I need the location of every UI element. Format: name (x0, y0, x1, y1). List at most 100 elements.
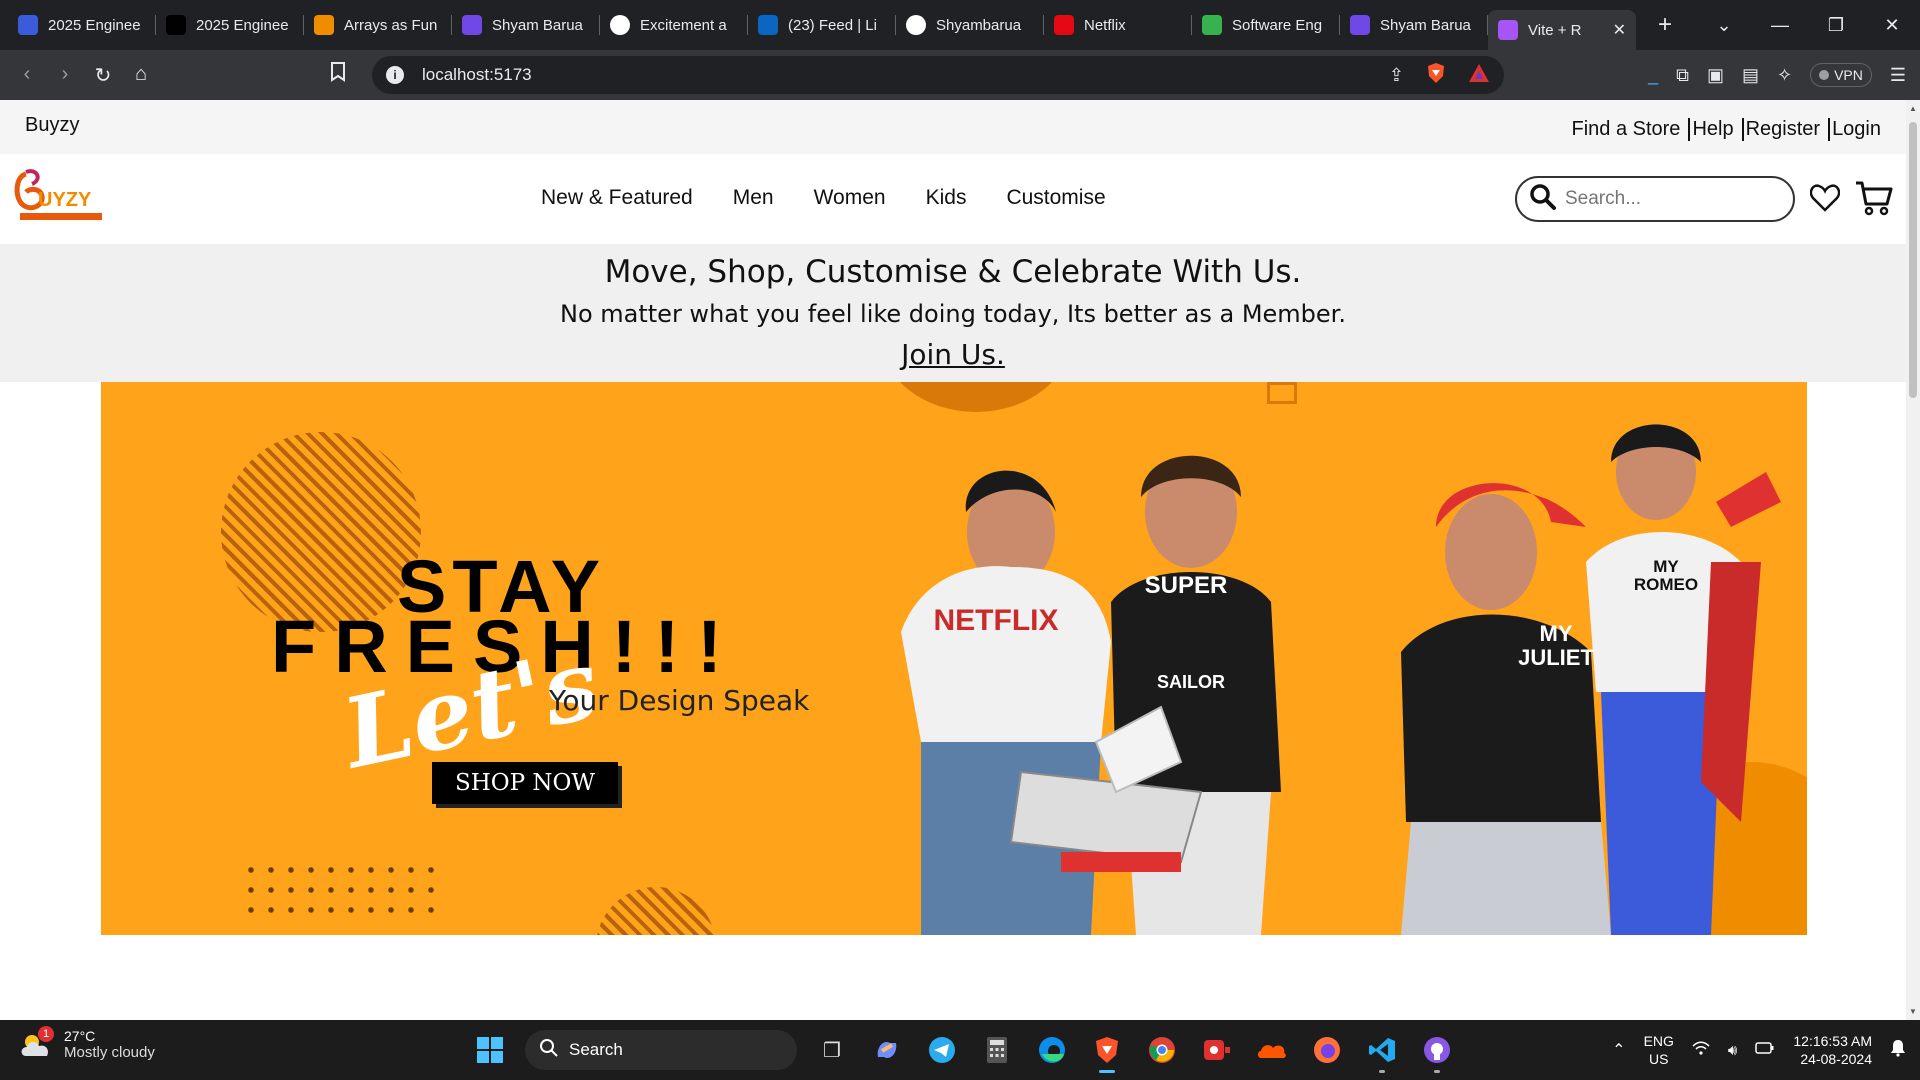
copilot-icon[interactable] (867, 1030, 907, 1070)
nav-men[interactable]: Men (733, 186, 774, 210)
clock-time: 12:16:53 AM (1793, 1033, 1872, 1049)
brave-rewards-icon[interactable] (1468, 63, 1490, 88)
back-button[interactable]: ‹ (8, 63, 46, 88)
wallet-icon[interactable]: ▤ (1742, 65, 1759, 86)
browser-tab[interactable]: 2025 Enginee (156, 7, 304, 43)
tab-search-chevron-icon[interactable]: ⌄ (1696, 15, 1752, 36)
search-box[interactable] (1515, 176, 1795, 222)
windows-start-icon[interactable] (470, 1030, 510, 1070)
member-promo: Move, Shop, Customise & Celebrate With U… (0, 244, 1906, 382)
edge-icon[interactable] (1032, 1030, 1072, 1070)
tab-title: Arrays as Fun (344, 16, 438, 34)
shop-now-button[interactable]: SHOP NOW (432, 762, 618, 804)
url-text[interactable]: localhost:5173 (422, 65, 1367, 85)
close-tab-icon[interactable]: ✕ (1613, 20, 1626, 40)
search-icon (1529, 183, 1557, 216)
calculator-icon[interactable] (977, 1030, 1017, 1070)
volume-icon[interactable]: 🔊︎ (1728, 1042, 1737, 1059)
nav-women[interactable]: Women (814, 186, 886, 210)
extensions-icon[interactable]: ⧉ (1676, 65, 1689, 86)
github-desktop-icon[interactable] (1417, 1030, 1457, 1073)
tab-icon-moon (18, 15, 38, 35)
shirt-text-super: SUPER (1144, 572, 1228, 599)
task-view-icon[interactable]: ❐ (812, 1030, 852, 1070)
battery-icon[interactable] (1755, 1041, 1775, 1060)
tab-list: 2025 Enginee 2025 Enginee Arrays as Fun Shy… (0, 0, 1636, 50)
downloads-icon[interactable]: _ (1648, 65, 1658, 86)
tab-icon-netflix (1054, 15, 1074, 35)
clock[interactable]: 12:16:53 AM 24-08-2024 (1793, 1032, 1872, 1068)
share-icon[interactable]: ⇪ (1389, 65, 1404, 86)
browser-tab[interactable]: 2025 Enginee (8, 7, 156, 43)
site-info-icon[interactable]: i (386, 66, 404, 84)
main-navigation: UYZY New & Featured Men Women Kids Custo… (0, 154, 1906, 244)
taskbar-search-label: Search (569, 1040, 623, 1059)
brave-browser-icon[interactable] (1087, 1030, 1127, 1073)
restore-button[interactable]: ❐ (1808, 15, 1864, 36)
hero-banner[interactable]: STAY FRESH!!! Let's Your Design Speak SH… (101, 382, 1807, 935)
browser-tab[interactable]: Software Eng (1192, 7, 1340, 43)
weather-widget[interactable]: 1 27°C Mostly cloudy (20, 1025, 155, 1061)
chrome-icon[interactable] (1142, 1030, 1182, 1070)
wishlist-heart-icon[interactable] (1809, 184, 1841, 217)
scroll-down-arrow-icon[interactable]: ▼ (1906, 1007, 1920, 1016)
page-scrollbar[interactable]: ▲ ▼ (1906, 100, 1920, 1020)
shirt-text-netflix: NETFLIX (933, 604, 1059, 637)
tab-title: Software Eng (1232, 16, 1323, 34)
buyzy-logo[interactable]: UYZY (12, 166, 112, 226)
help-link[interactable]: Help (1688, 118, 1734, 141)
notification-bell-icon[interactable] (1890, 1039, 1906, 1062)
browser-tab[interactable]: Shyam Barua (1340, 7, 1488, 43)
tab-title: 2025 Enginee (196, 16, 289, 34)
screen-recorder-icon[interactable] (1197, 1030, 1237, 1070)
taskbar-search[interactable]: Search (525, 1030, 797, 1070)
reload-button[interactable]: ↻ (84, 63, 122, 88)
sidebar-icon[interactable]: ▣ (1707, 65, 1724, 86)
browser-tab[interactable]: Arrays as Fun (304, 7, 452, 43)
browser-tab[interactable]: Shyam Barua (452, 7, 600, 43)
browser-tab[interactable]: Netflix (1044, 7, 1192, 43)
category-nav: New & Featured Men Women Kids Customise (541, 186, 1106, 210)
forward-button[interactable]: › (46, 63, 84, 88)
vscode-icon[interactable] (1362, 1030, 1402, 1073)
tab-title: Netflix (1084, 16, 1126, 34)
telegram-icon[interactable] (922, 1030, 962, 1070)
minimize-button[interactable]: — (1752, 15, 1808, 36)
browser-tab[interactable]: Shyambarua (896, 7, 1044, 43)
vpn-button[interactable]: VPN (1810, 63, 1872, 87)
find-store-link[interactable]: Find a Store (1571, 118, 1680, 141)
bookmark-icon[interactable] (330, 62, 346, 88)
show-hidden-icons-chevron-icon[interactable]: ⌃ (1612, 1040, 1625, 1060)
wifi-icon[interactable] (1692, 1040, 1710, 1060)
home-button[interactable]: ⌂ (122, 63, 160, 88)
nav-new-featured[interactable]: New & Featured (541, 186, 693, 210)
nav-kids[interactable]: Kids (926, 186, 967, 210)
address-bar[interactable]: i localhost:5173 ⇪ (372, 56, 1504, 94)
web-page: Buyzy Find a Store Help Register Login U… (0, 100, 1906, 1020)
browser-tab[interactable]: Excitement a (600, 7, 748, 43)
firefox-icon[interactable] (1307, 1030, 1347, 1070)
search-icon (539, 1038, 559, 1063)
join-us-link[interactable]: Join Us. (901, 338, 1005, 371)
login-link[interactable]: Login (1828, 118, 1881, 141)
search-input[interactable] (1565, 188, 1765, 210)
soundcloud-icon[interactable] (1252, 1030, 1292, 1070)
clock-date: 24-08-2024 (1800, 1051, 1872, 1067)
scrollbar-thumb[interactable] (1909, 122, 1917, 398)
cart-icon[interactable] (1855, 180, 1893, 221)
new-tab-button[interactable]: + (1650, 11, 1680, 39)
brave-shield-icon[interactable] (1426, 62, 1446, 89)
tab-title: Shyam Barua (492, 16, 583, 34)
tab-icon-github (906, 15, 926, 35)
scroll-up-arrow-icon[interactable]: ▲ (1906, 104, 1920, 113)
register-link[interactable]: Register (1741, 118, 1820, 141)
tab-icon-gs (166, 15, 186, 35)
language-indicator[interactable]: ENG US (1644, 1032, 1674, 1068)
close-window-button[interactable]: ✕ (1864, 15, 1920, 36)
browser-tab[interactable]: Vite + R ✕ (1488, 10, 1636, 50)
models-illustration (901, 424, 1781, 935)
nav-customise[interactable]: Customise (1006, 186, 1105, 210)
menu-icon[interactable]: ☰ (1890, 65, 1906, 86)
leo-ai-icon[interactable]: ✧ (1777, 65, 1792, 86)
browser-tab[interactable]: (23) Feed | Li (748, 7, 896, 43)
